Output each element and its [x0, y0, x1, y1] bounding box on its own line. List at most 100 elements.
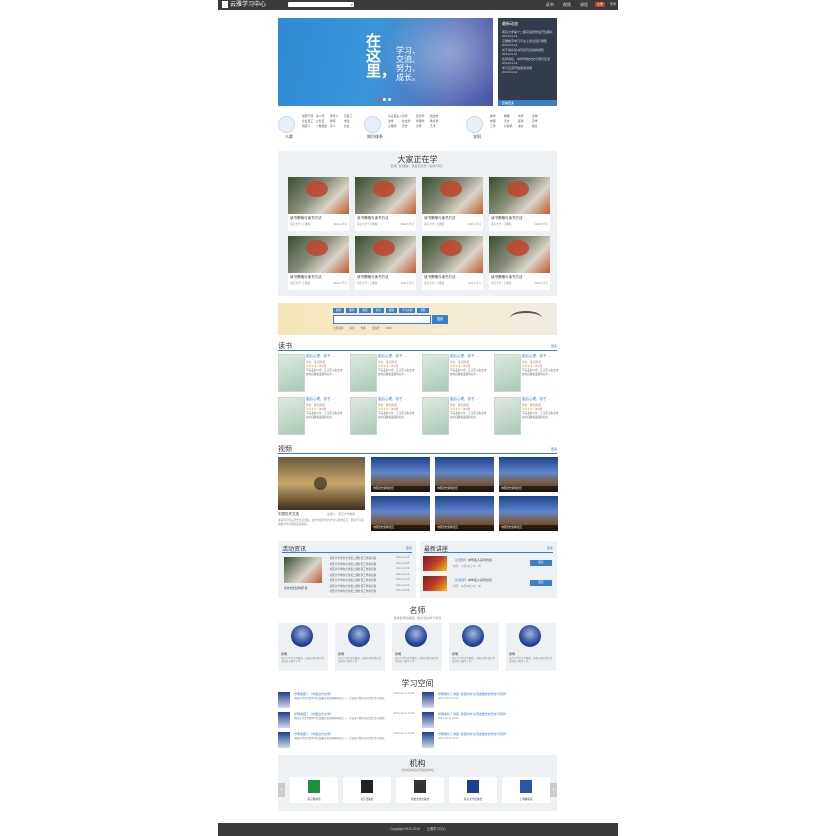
- book-card[interactable]: 脑后心理，孩子… 作者：黄志国/著 ★★★★☆8.0分 不完美的父母，正让孩子失去内在…: [278, 354, 344, 394]
- video-caption[interactable]: 中国历史建筑欣赏: [499, 525, 558, 531]
- video-card[interactable]: 中国历史建筑欣赏: [499, 496, 558, 531]
- organization-logo[interactable]: 上海图书馆: [502, 777, 550, 803]
- search-tab[interactable]: 视频: [385, 308, 397, 313]
- video-caption[interactable]: 中国历史建筑欣赏: [371, 525, 430, 531]
- book-title[interactable]: 脑后心理，孩子…: [306, 354, 334, 359]
- search-icon[interactable]: ⌕: [351, 2, 353, 7]
- videos-more-link[interactable]: 更多: [551, 447, 557, 451]
- teacher-card[interactable]: 张明 南京大学历史学教授，长期从事中国古代史研究与教学工作。: [506, 623, 556, 671]
- book-cover[interactable]: [350, 354, 377, 392]
- nav-link-video[interactable]: 视频: [563, 2, 571, 7]
- search-input[interactable]: ⌕: [288, 2, 354, 7]
- video-card[interactable]: 中国历史建筑欣赏: [371, 496, 430, 531]
- news-item[interactable]: 南京大学第十二期高级研修班开班典礼 2014-01-12: [498, 30, 557, 39]
- book-title[interactable]: 脑后心理，孩子…: [522, 397, 550, 402]
- nav-link-course[interactable]: 课程: [580, 2, 588, 7]
- course-card[interactable]: 读书策略与读书方法 南京大学 / 王教授 1342人学习: [288, 236, 349, 290]
- teacher-avatar[interactable]: [462, 625, 484, 647]
- lecture-title[interactable]: 《红楼梦》中华名人系列访谈: [453, 578, 492, 582]
- book-card[interactable]: 脑后心理，孩子… 作者：黄志国/著 ★★★★☆8.0分 不完美的父母，正让孩子失去内在…: [278, 397, 344, 437]
- space-activity[interactable]: 张明收听了讲座 “我国中外交流发展史的历史与现状” 2014-12-11 14:0…: [422, 712, 558, 730]
- space-activity[interactable]: 张明收藏了《中国古代文学》 2014-12-11 14:03 中国古代文学是中华民族…: [278, 692, 414, 710]
- book-cover[interactable]: [278, 397, 305, 435]
- nav-link-reading[interactable]: 读书: [546, 2, 554, 7]
- space-activity-title[interactable]: 张明收藏了《中国古代文学》: [294, 692, 333, 696]
- teacher-name[interactable]: 张明: [509, 652, 515, 656]
- course-card[interactable]: 读书策略与读书方法 南京大学 / 王教授 1342人学习: [355, 177, 416, 231]
- space-thumbnail[interactable]: [278, 732, 290, 748]
- activity-link[interactable]: · 社区大学举办全市第二期社区工作者培训: [328, 562, 376, 566]
- organization-logo[interactable]: 华夏文化出版社: [396, 777, 444, 803]
- category-link[interactable]: 语言: [518, 124, 532, 129]
- teacher-card[interactable]: 张明 南京大学历史学教授，长期从事中国古代史研究与教学工作。: [278, 623, 328, 671]
- category-link[interactable]: 军人: [330, 124, 344, 129]
- login-link[interactable]: 登录: [610, 2, 616, 6]
- course-title[interactable]: 读书策略与读书方法: [290, 275, 322, 280]
- course-thumbnail[interactable]: [489, 177, 550, 214]
- video-caption[interactable]: 中国历史建筑欣赏: [435, 525, 494, 531]
- course-title[interactable]: 读书策略与读书方法: [424, 216, 456, 221]
- teacher-name[interactable]: 张明: [338, 652, 344, 656]
- space-thumbnail[interactable]: [278, 692, 290, 708]
- search-radio-option[interactable]: 出版社: [372, 327, 380, 330]
- course-thumbnail[interactable]: [355, 177, 416, 214]
- search-radio-option[interactable]: ISBN: [386, 327, 392, 330]
- carousel-dot[interactable]: [383, 98, 386, 101]
- teacher-name[interactable]: 张明: [281, 652, 287, 656]
- search-tab[interactable]: 图书: [333, 308, 345, 313]
- lecture-series[interactable]: 中华名人系列访谈: [468, 558, 492, 562]
- teacher-avatar[interactable]: [291, 625, 313, 647]
- hero-banner[interactable]: 在这里， 学习、 交流、 努力、 成长。: [278, 18, 493, 106]
- news-more-link[interactable]: 查看更多: [498, 100, 557, 106]
- category-link[interactable]: 妇女: [344, 124, 358, 129]
- book-title[interactable]: 脑后心理，孩子…: [450, 354, 478, 359]
- course-card[interactable]: 读书策略与读书方法 南京大学 / 王教授 1342人学习: [489, 236, 550, 290]
- video-card[interactable]: 中国历史建筑欣赏: [499, 457, 558, 492]
- activities-more-link[interactable]: 更多: [406, 546, 412, 550]
- activity-link[interactable]: · 社区大学举办全市第二期社区工作者培训: [328, 578, 376, 582]
- teacher-card[interactable]: 张明 南京大学历史学教授，长期从事中国古代史研究与教学工作。: [449, 623, 499, 671]
- lecture-series[interactable]: 中华名人系列访谈: [468, 578, 492, 582]
- video-caption[interactable]: 中国历史建筑欣赏: [499, 486, 558, 492]
- resource-search-input[interactable]: [333, 315, 431, 324]
- lecture-book[interactable]: 《红楼梦》: [453, 578, 468, 582]
- space-thumbnail[interactable]: [278, 712, 290, 728]
- prev-arrow-icon[interactable]: ‹: [278, 783, 285, 797]
- space-activity-title[interactable]: 张明收藏了《中国古代文学》: [294, 712, 333, 716]
- teacher-card[interactable]: 张明 南京大学历史学教授，长期从事中国古代史研究与教学工作。: [335, 623, 385, 671]
- book-title[interactable]: 脑后心理，孩子…: [450, 397, 478, 402]
- books-more-link[interactable]: 更多: [551, 344, 557, 348]
- course-title[interactable]: 读书策略与读书方法: [491, 275, 523, 280]
- course-thumbnail[interactable]: [489, 236, 550, 273]
- space-activity[interactable]: 张明收听了讲座 “我国中外交流发展史的历史与现状” 2014-12-11 14:0…: [422, 732, 558, 750]
- space-activity[interactable]: 张明收藏了《中国古代文学》 2014-12-11 14:03 中国古代文学是中华民族…: [278, 732, 414, 750]
- book-card[interactable]: 脑后心理，孩子… 作者：黄志国/著 ★★★★☆8.0分 不完美的父母，正让孩子失去内在…: [494, 397, 560, 437]
- teacher-avatar[interactable]: [405, 625, 427, 647]
- course-card[interactable]: 读书策略与读书方法 南京大学 / 王教授 1342人学习: [288, 177, 349, 231]
- teacher-avatar[interactable]: [348, 625, 370, 647]
- course-thumbnail[interactable]: [288, 236, 349, 273]
- lecture-poster[interactable]: [423, 556, 447, 571]
- teacher-avatar[interactable]: [519, 625, 541, 647]
- category-link[interactable]: 工学: [490, 124, 504, 129]
- news-item[interactable]: 学习空间开放使用说明 2014-01-12: [498, 66, 557, 75]
- space-thumbnail[interactable]: [422, 712, 434, 728]
- book-card[interactable]: 脑后心理，孩子… 作者：黄志国/著 ★★★★☆8.0分 不完美的父母，正让孩子失去内在…: [422, 397, 488, 437]
- course-thumbnail[interactable]: [355, 236, 416, 273]
- video-caption[interactable]: 中国历史建筑欣赏: [371, 486, 430, 492]
- video-card[interactable]: 中国历史建筑欣赏: [435, 457, 494, 492]
- teacher-card[interactable]: 张明 南京大学历史学教授，长期从事中国古代史研究与教学工作。: [392, 623, 442, 671]
- activity-image-caption[interactable]: 读书交流会即将开幕: [284, 586, 307, 590]
- space-activity-title[interactable]: 张明收听了讲座 “我国中外交流发展史的历史与现状”: [438, 712, 507, 716]
- teacher-name[interactable]: 张明: [452, 652, 458, 656]
- book-card[interactable]: 脑后心理，孩子… 作者：黄志国/著 ★★★★☆8.0分 不完美的父母，正让孩子失去内在…: [350, 354, 416, 394]
- lecture-signup-button[interactable]: 报名: [530, 580, 552, 586]
- course-title[interactable]: 读书策略与读书方法: [357, 216, 389, 221]
- course-card[interactable]: 读书策略与读书方法 南京大学 / 王教授 1342人学习: [422, 236, 483, 290]
- activity-link[interactable]: · 社区大学举办全市第二期社区工作者培训: [328, 567, 376, 571]
- video-card[interactable]: 中国历史建筑欣赏: [371, 457, 430, 492]
- lecture-title[interactable]: 《红楼梦》中华名人系列访谈: [453, 558, 492, 562]
- news-item[interactable]: 云雅数字学习平台上线试运行通知 2014-01-12: [498, 39, 557, 48]
- activity-link[interactable]: · 社区大学举办全市第二期社区工作者培训: [328, 584, 376, 588]
- book-card[interactable]: 脑后心理，孩子… 作者：黄志国/著 ★★★★☆8.0分 不完美的父母，正让孩子失去内在…: [494, 354, 560, 394]
